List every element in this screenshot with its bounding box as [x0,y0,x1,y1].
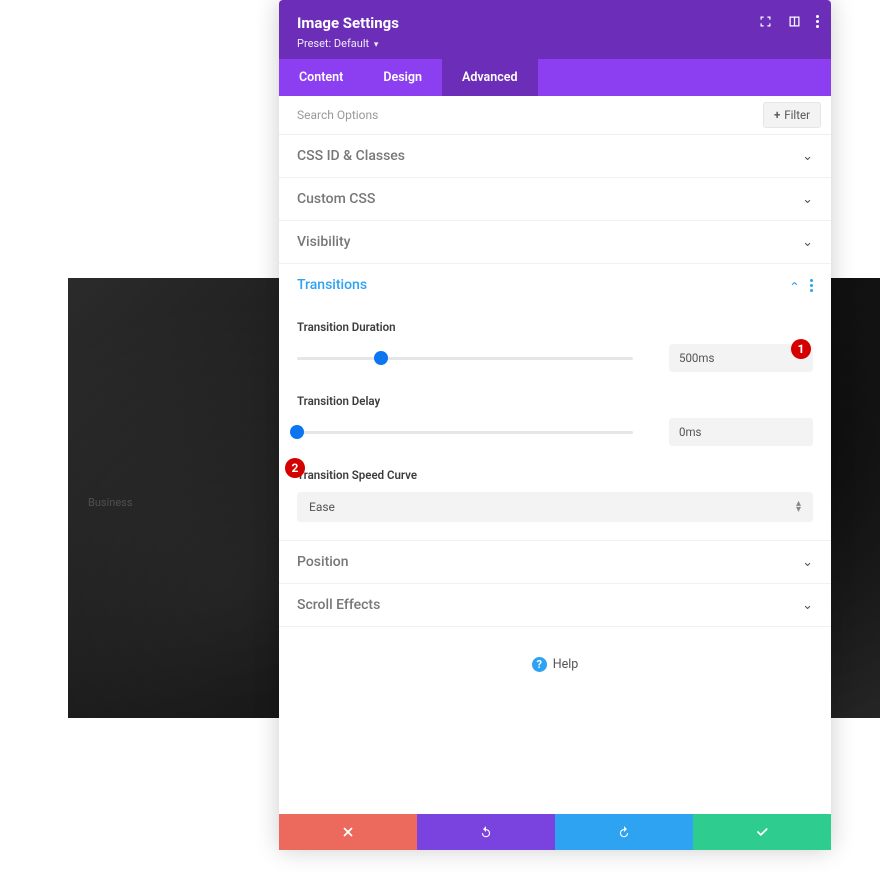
tab-content[interactable]: Content [279,59,363,96]
preset-label: Preset: Default [297,37,369,50]
section-title: Custom CSS [297,191,375,207]
image-settings-panel: 1 2 Image Settings Preset: Default ▾ Con… [279,0,831,850]
tab-bar: Content Design Advanced [279,59,831,96]
transitions-body: Transition Duration Transition Delay [279,306,831,540]
discard-button[interactable] [279,814,417,850]
redo-button[interactable] [555,814,693,850]
search-row: + Filter [279,96,831,135]
filter-button[interactable]: + Filter [763,102,821,128]
section-header-custom-css[interactable]: Custom CSS ⌄ [279,178,831,220]
help-link[interactable]: ? Help [279,627,831,702]
speed-curve-select[interactable]: Ease ▴▾ [297,492,813,522]
delay-value-input[interactable] [669,418,813,446]
chevron-down-icon: ⌄ [802,598,813,613]
save-button[interactable] [693,814,831,850]
slider-thumb[interactable] [290,425,304,439]
chevron-down-icon: ⌄ [802,149,813,164]
section-custom-css: Custom CSS ⌄ [279,178,831,221]
help-label: Help [553,657,579,672]
panel-content: CSS ID & Classes ⌄ Custom CSS ⌄ Visibili… [279,135,831,814]
section-position: Position ⌄ [279,541,831,584]
section-header-visibility[interactable]: Visibility ⌄ [279,221,831,263]
expand-icon[interactable] [758,14,773,29]
field-label: Transition Delay [297,394,813,408]
tab-design[interactable]: Design [363,59,442,96]
section-title: Visibility [297,234,350,250]
section-header-transitions[interactable]: Transitions ⌄ [279,264,831,306]
check-icon [755,825,769,839]
panel-header: Image Settings Preset: Default ▾ [279,0,831,59]
chevron-down-icon: ⌄ [802,192,813,207]
annotation-2: 2 [285,458,305,478]
close-icon [341,825,355,839]
chevron-down-icon: ⌄ [802,235,813,250]
panel-footer [279,814,831,850]
search-input[interactable] [279,96,763,134]
section-header-position[interactable]: Position ⌄ [279,541,831,583]
select-value: Ease [309,500,335,514]
section-header-css-id[interactable]: CSS ID & Classes ⌄ [279,135,831,177]
section-kebab-icon[interactable] [810,279,813,292]
filter-label: Filter [784,108,810,122]
plus-icon: + [774,108,780,122]
select-arrows-icon: ▴▾ [796,501,801,513]
field-label: Transition Speed Curve [297,468,813,482]
preset-dropdown[interactable]: Preset: Default ▾ [297,37,378,50]
field-transition-duration: Transition Duration [297,320,813,372]
slider-thumb[interactable] [374,351,388,365]
section-transitions: Transitions ⌄ Transition Duration [279,264,831,541]
redo-icon [617,825,631,839]
caret-down-icon: ▾ [374,40,379,50]
section-title: Transitions [297,277,367,293]
tab-advanced[interactable]: Advanced [442,59,538,96]
chevron-down-icon: ⌄ [802,555,813,570]
help-icon: ? [532,657,547,672]
duration-slider[interactable] [297,350,633,366]
undo-icon [479,825,493,839]
section-scroll-effects: Scroll Effects ⌄ [279,584,831,627]
field-label: Transition Duration [297,320,813,334]
kebab-menu-icon[interactable] [816,15,819,28]
watermark-text: Business [88,496,133,509]
section-visibility: Visibility ⌄ [279,221,831,264]
section-title: Scroll Effects [297,597,380,613]
slider-row [297,418,813,446]
section-header-scroll-effects[interactable]: Scroll Effects ⌄ [279,584,831,626]
chevron-up-icon: ⌄ [789,278,800,293]
field-transition-delay: Transition Delay [297,394,813,446]
section-title: Position [297,554,349,570]
section-title: CSS ID & Classes [297,148,405,164]
undo-button[interactable] [417,814,555,850]
field-speed-curve: Transition Speed Curve Ease ▴▾ [297,468,813,522]
annotation-1: 1 [791,339,811,359]
panel-title: Image Settings [297,14,813,32]
header-icons [758,14,819,29]
delay-slider[interactable] [297,424,633,440]
columns-icon[interactable] [787,14,802,29]
section-css-id: CSS ID & Classes ⌄ [279,135,831,178]
slider-row [297,344,813,372]
